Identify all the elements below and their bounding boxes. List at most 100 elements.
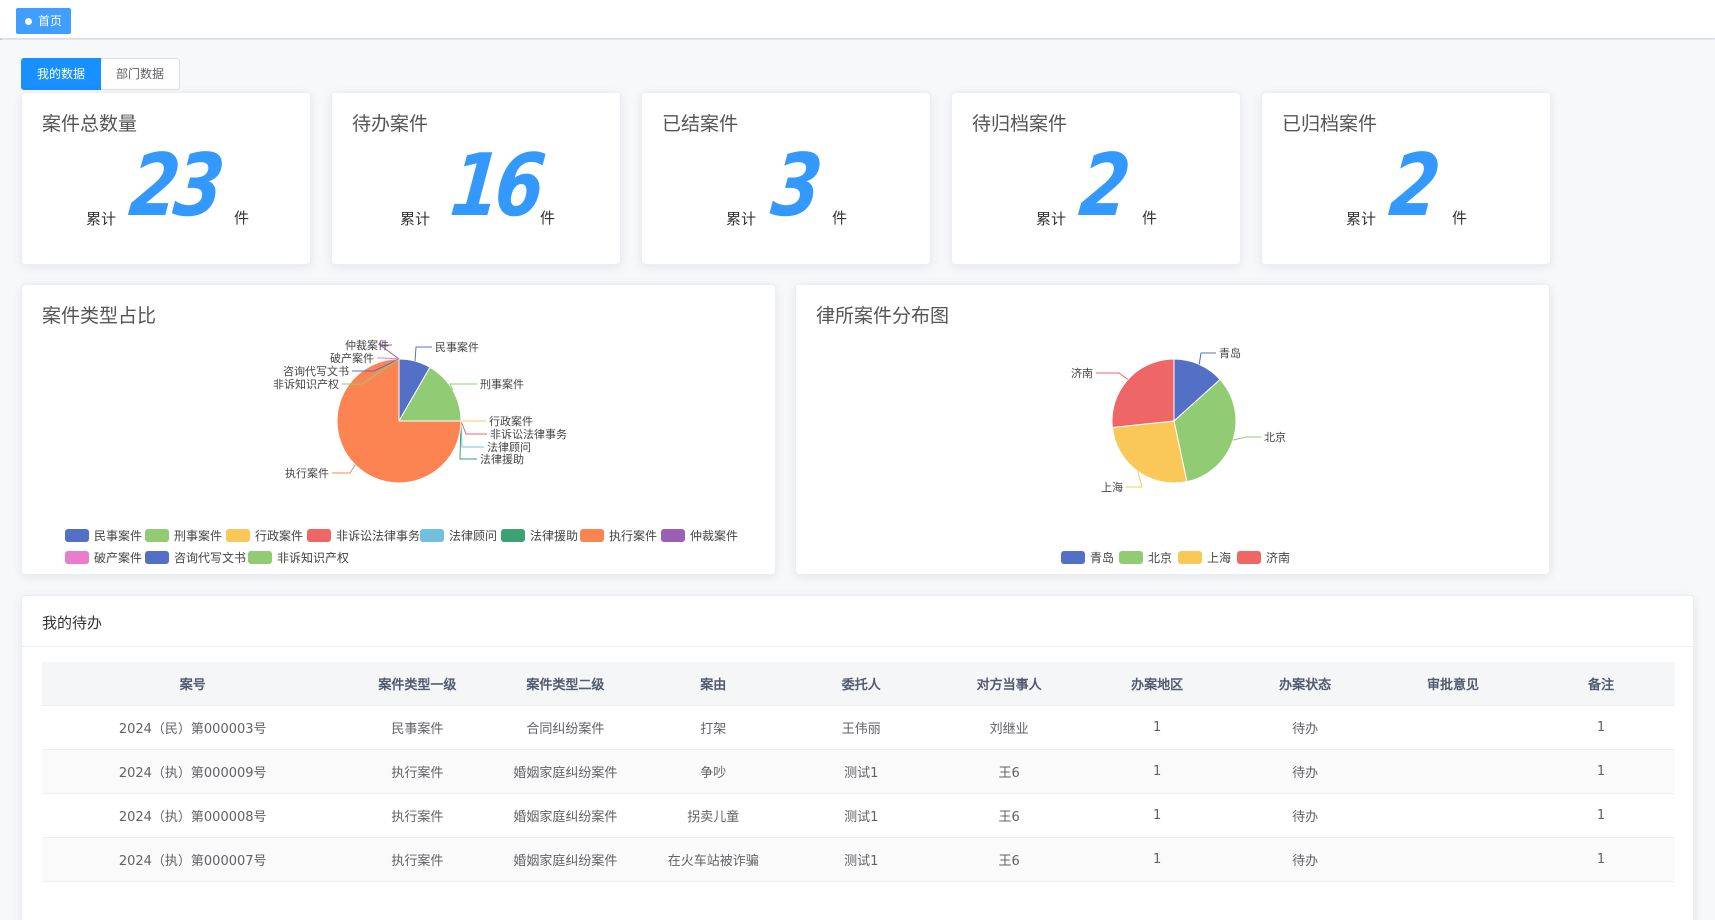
stat-card-total-cases: 案件总数量 累计 23 件 [21, 92, 311, 265]
pie-slice[interactable] [1111, 420, 1188, 484]
office-distribution-pie-chart: 青岛北京上海 济南 [1071, 346, 1286, 494]
legend-swatch [226, 529, 250, 542]
legend-swatch [1178, 551, 1202, 564]
table-row[interactable]: 2024（执）第000008号 执行案件 婚姻家庭纠纷案件 拐卖儿童 测试1 王6 1 待办 1 [42, 793, 1675, 838]
pie-label-line [377, 357, 400, 360]
table-cell: 2024（执）第000009号 [42, 749, 344, 794]
legend-label: 行政案件 [255, 529, 304, 543]
legend-swatch [65, 529, 89, 542]
stat-value: 3 [767, 136, 822, 236]
stat-prefix: 累计 [400, 210, 431, 228]
legend-item[interactable]: 刑事案件 [145, 527, 222, 544]
pie-label: 北京 [1264, 430, 1286, 444]
pie-label: 法律援助 [480, 452, 524, 466]
table-cell [1379, 793, 1528, 838]
column-header[interactable]: 审批意见 [1379, 662, 1528, 706]
table-row[interactable]: 2024（民）第000003号 民事案件 合同纠纷案件 打架 王伟丽 刘继业 1 待办 1 [42, 705, 1675, 750]
column-header[interactable]: 备注 [1527, 662, 1675, 706]
legend-swatch [580, 529, 604, 542]
column-header[interactable]: 案由 [639, 662, 788, 706]
stat-suffix: 件 [1142, 209, 1158, 227]
legend-item[interactable]: 民事案件 [65, 527, 142, 544]
legend-swatch [1237, 551, 1261, 564]
table-cell [1379, 749, 1528, 794]
legend-label: 济南 [1266, 551, 1291, 565]
pie-label-line [332, 464, 356, 474]
table-cell: 测试1 [787, 749, 936, 794]
table-cell: 待办 [1231, 749, 1380, 794]
my-data-button[interactable]: 我的数据 [21, 58, 102, 90]
stat-prefix: 累计 [86, 210, 117, 228]
legend-label: 执行案件 [609, 529, 658, 543]
column-header[interactable]: 案号 [42, 662, 344, 706]
legend-item[interactable]: 仲裁案件 [661, 527, 738, 544]
legend-label: 咨询代写文书 [174, 551, 247, 565]
table-cell: 合同纠纷案件 [491, 705, 640, 750]
legend-swatch [1119, 551, 1143, 564]
legend-item[interactable]: 破产案件 [65, 549, 142, 566]
table-cell: 待办 [1231, 793, 1380, 838]
pie-label-line [1232, 436, 1261, 441]
legend-item[interactable]: 非诉知识产权 [248, 549, 349, 566]
table-row[interactable]: 2024（执）第000007号 执行案件 婚姻家庭纠纷案件 在火车站被诈骗 测试1 王6 1… [42, 837, 1675, 882]
pie-label-line [414, 346, 432, 362]
stat-card-pending-cases: 待办案件 累计 16 件 [331, 92, 621, 265]
column-header[interactable]: 对方当事人 [935, 662, 1084, 706]
stat-prefix: 累计 [1346, 210, 1377, 228]
stat-card-to-archive-cases: 待归档案件 累计 2 件 [951, 92, 1241, 265]
column-header[interactable]: 办案地区 [1083, 662, 1232, 706]
legend-label: 北京 [1148, 551, 1173, 565]
legend-label: 民事案件 [94, 529, 143, 543]
data-scope-switch: 我的数据 部门数据 [21, 58, 181, 90]
legend-item[interactable]: 北京 [1119, 549, 1172, 566]
legend-item[interactable]: 行政案件 [226, 527, 303, 544]
table-row[interactable]: 2024（执）第000009号 执行案件 婚姻家庭纠纷案件 争吵 测试1 王6 1 待办 1 [42, 749, 1675, 794]
tab-home[interactable]: 首页 [16, 8, 72, 34]
legend-item[interactable]: 咨询代写文书 [145, 549, 246, 566]
todo-header: 我的待办 [22, 596, 1693, 647]
legend-item[interactable]: 非诉讼法律事务 [307, 527, 420, 544]
table-cell: 1 [1527, 837, 1675, 882]
stat-prefix: 累计 [1036, 210, 1067, 228]
table-cell: 拐卖儿童 [639, 793, 788, 838]
stat-prefix: 累计 [726, 210, 757, 228]
table-cell: 执行案件 [343, 837, 492, 882]
table-cell: 王伟丽 [787, 705, 936, 750]
todo-title: 我的待办 [42, 614, 103, 632]
legend-label: 法律顾问 [449, 529, 498, 543]
dept-data-button[interactable]: 部门数据 [101, 58, 181, 90]
legend-item[interactable]: 上海 [1178, 549, 1231, 566]
table-cell: 打架 [639, 705, 788, 750]
legend-swatch [307, 529, 331, 542]
legend-item[interactable]: 济南 [1237, 549, 1290, 566]
tab-home-label: 首页 [38, 14, 63, 28]
stat-suffix: 件 [540, 209, 556, 227]
pie-label-line [1198, 352, 1216, 365]
table-cell: 待办 [1231, 837, 1380, 882]
column-header[interactable]: 案件类型二级 [491, 662, 640, 706]
pie-label: 行政案件 [489, 414, 533, 428]
pie-label: 上海 [1101, 480, 1123, 494]
legend-item[interactable]: 法律顾问 [420, 527, 497, 544]
column-header[interactable]: 案件类型一级 [343, 662, 492, 706]
column-header[interactable]: 委托人 [787, 662, 936, 706]
table-cell: 民事案件 [343, 705, 492, 750]
table-cell: 婚姻家庭纠纷案件 [491, 837, 640, 882]
tags-view-bar: 首页 [0, 0, 1715, 39]
table-cell: 测试1 [787, 837, 936, 882]
table-cell: 1 [1527, 705, 1675, 750]
legend-item[interactable]: 法律援助 [501, 527, 578, 544]
table-cell: 待办 [1231, 705, 1380, 750]
pie-slice[interactable] [1111, 358, 1175, 429]
stat-card-closed-cases: 已结案件 累计 3 件 [641, 92, 931, 265]
legend-item[interactable]: 执行案件 [580, 527, 657, 544]
pie-label: 济南 [1071, 366, 1093, 380]
table-cell: 1 [1083, 837, 1232, 882]
table-cell: 王6 [935, 837, 1084, 882]
todo-table-header: 案号 案件类型一级 案件类型二级 案由 委托人 对方当事人 办案地区 办案状态 审批意见 备注 [42, 662, 1675, 706]
legend-item[interactable]: 青岛 [1061, 549, 1114, 566]
pie-label: 咨询代写文书 [283, 364, 349, 378]
stat-value: 2 [1385, 136, 1440, 236]
column-header[interactable]: 办案状态 [1231, 662, 1380, 706]
legend-swatch [145, 529, 169, 542]
